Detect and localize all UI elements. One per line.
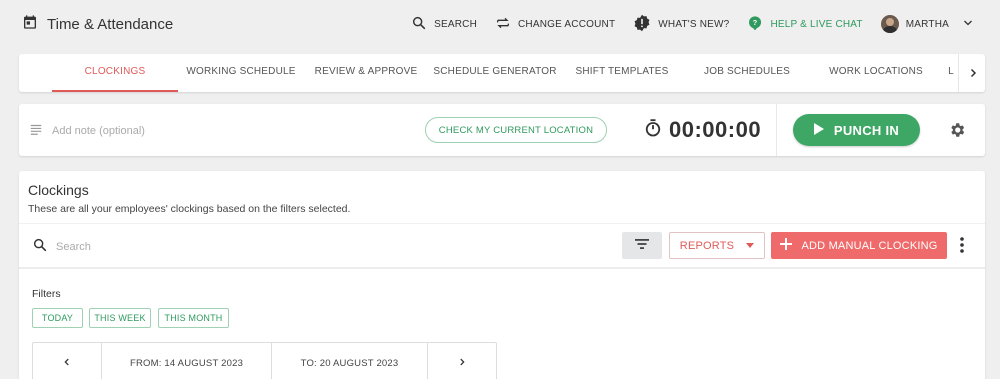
play-icon — [813, 122, 824, 138]
reports-label: REPORTS — [679, 239, 735, 252]
search-placeholder: Search — [56, 240, 91, 253]
tab-working-schedule[interactable]: WORKING SCHEDULE — [178, 54, 304, 92]
date-from[interactable]: FROM: 14 AUGUST 2023 — [102, 343, 271, 379]
search-icon — [411, 15, 427, 34]
page-title: Clockings — [28, 182, 89, 198]
chevron-right-icon — [457, 356, 467, 371]
user-name: MARTHA — [905, 18, 949, 30]
timer-value: 00:00:00 — [669, 117, 762, 142]
punch-in-label: PUNCH IN — [833, 122, 900, 138]
search-icon — [32, 237, 48, 256]
note-placeholder: Add note (optional) — [52, 124, 145, 137]
filter-chip-today[interactable]: TODAY — [32, 308, 83, 328]
add-manual-clocking-button[interactable]: ADD MANUAL CLOCKING — [771, 232, 947, 259]
calendar-icon — [22, 14, 38, 35]
filters-label: Filters — [32, 288, 61, 300]
filter-chip-this-month[interactable]: THIS MONTH — [158, 308, 229, 328]
svg-text:?: ? — [753, 18, 758, 27]
tab-work-locations[interactable]: WORK LOCATIONS — [812, 54, 940, 92]
chevron-left-icon — [62, 356, 72, 371]
top-nav: SEARCH CHANGE ACCOUNT WHAT'S NEW? ? HELP… — [411, 12, 974, 36]
search-input[interactable]: Search — [32, 237, 91, 256]
divider — [19, 223, 985, 224]
whats-new-button[interactable]: WHAT'S NEW? — [633, 14, 729, 35]
timer: 00:00:00 — [643, 117, 761, 143]
add-manual-clocking-label: ADD MANUAL CLOCKING — [801, 239, 938, 252]
tab-bar: CLOCKINGS WORKING SCHEDULE REVIEW & APPR… — [19, 54, 985, 92]
chevron-down-icon — [962, 17, 974, 32]
tab-schedule-generator[interactable]: SCHEDULE GENERATOR — [428, 54, 562, 92]
punch-divider — [776, 104, 777, 156]
tab-clockings[interactable]: CLOCKINGS — [52, 54, 178, 92]
filter-icon — [634, 237, 650, 255]
tab-overflow[interactable]: L — [946, 54, 956, 92]
search-nav-label: SEARCH — [434, 18, 478, 30]
punch-in-button[interactable]: PUNCH IN — [793, 114, 920, 146]
page-subtitle: These are all your employees' clockings … — [28, 203, 351, 215]
notes-icon — [29, 122, 43, 139]
divider — [19, 267, 985, 269]
tab-shift-templates[interactable]: SHIFT TEMPLATES — [562, 54, 682, 92]
user-menu[interactable]: MARTHA — [880, 15, 974, 33]
tab-job-schedules[interactable]: JOB SCHEDULES — [682, 54, 812, 92]
whats-new-label: WHAT'S NEW? — [658, 18, 730, 30]
punch-bar: Add note (optional) CHECK MY CURRENT LOC… — [19, 104, 985, 156]
date-range-picker: FROM: 14 AUGUST 2023 TO: 20 AUGUST 2023 — [32, 342, 497, 379]
caret-down-icon — [746, 243, 755, 248]
help-chat-button[interactable]: ? HELP & LIVE CHAT — [747, 15, 863, 34]
top-bar: Time & Attendance SEARCH CHANGE ACCOUNT … — [0, 0, 1000, 48]
help-icon: ? — [747, 15, 763, 34]
clockings-card: Clockings These are all your employees' … — [19, 171, 985, 379]
plus-icon — [780, 238, 793, 253]
check-location-button[interactable]: CHECK MY CURRENT LOCATION — [425, 117, 607, 143]
tab-divider — [958, 54, 959, 92]
filter-chip-this-week[interactable]: THIS WEEK — [89, 308, 151, 328]
swap-icon — [495, 15, 511, 34]
tab-review-approve[interactable]: REVIEW & APPROVE — [304, 54, 428, 92]
change-account-button[interactable]: CHANGE ACCOUNT — [495, 15, 615, 34]
chevron-right-icon[interactable] — [967, 66, 979, 84]
app-title: Time & Attendance — [22, 14, 173, 35]
date-to[interactable]: TO: 20 AUGUST 2023 — [272, 343, 427, 379]
badge-alert-icon — [633, 14, 651, 35]
next-range-button[interactable] — [428, 343, 496, 379]
search-nav-button[interactable]: SEARCH — [411, 15, 477, 34]
prev-range-button[interactable] — [33, 343, 101, 379]
stopwatch-icon — [643, 118, 663, 143]
avatar — [880, 15, 899, 33]
change-account-label: CHANGE ACCOUNT — [518, 18, 616, 30]
note-field[interactable]: Add note (optional) — [29, 122, 145, 139]
filter-toggle-button[interactable] — [622, 232, 662, 259]
help-chat-label: HELP & LIVE CHAT — [770, 18, 863, 30]
gear-icon[interactable] — [948, 121, 966, 144]
more-vertical-icon[interactable] — [959, 236, 965, 259]
app-title-text: Time & Attendance — [47, 16, 174, 33]
reports-dropdown[interactable]: REPORTS — [669, 232, 765, 259]
